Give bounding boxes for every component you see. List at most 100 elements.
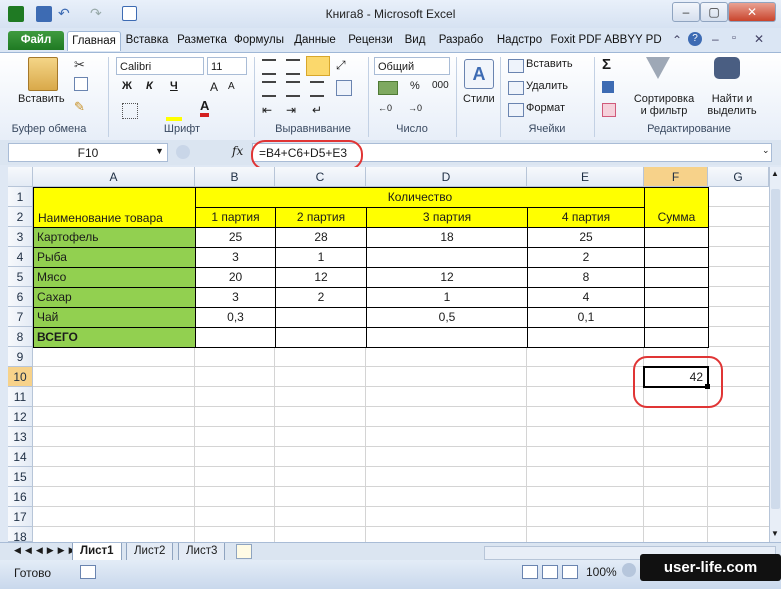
macro-record-icon[interactable] <box>80 565 96 579</box>
close-button[interactable]: ✕ <box>728 2 776 22</box>
ribbon-minimize-icon[interactable]: ⌃ <box>672 33 682 47</box>
scroll-down-icon[interactable]: ▼ <box>771 529 779 538</box>
currency-icon[interactable] <box>378 81 398 95</box>
data-cell[interactable]: 28 <box>275 227 367 248</box>
data-cell[interactable]: 25 <box>195 227 276 248</box>
wrap-text-icon[interactable]: ↵ <box>312 103 322 117</box>
worksheet-grid[interactable]: A B C D E F G 1 2 3 4 5 6 7 8 9 10 11 12… <box>8 167 781 544</box>
delete-cells-button[interactable]: Удалить <box>526 80 568 92</box>
data-cell[interactable]: 20 <box>195 267 276 288</box>
doc-restore-icon[interactable]: ▫ <box>732 32 736 44</box>
data-cell[interactable] <box>366 327 528 348</box>
product-name-cell[interactable]: Рыба <box>33 247 196 268</box>
data-cell[interactable] <box>366 247 528 268</box>
header-product-name[interactable]: Наименование товара <box>33 187 196 228</box>
sort-filter-button[interactable]: Сортировка и фильтр <box>630 93 698 117</box>
sum-cell[interactable] <box>644 287 709 308</box>
new-sheet-icon[interactable] <box>236 544 252 559</box>
tab-formulas[interactable]: Формулы <box>232 31 286 50</box>
data-cell[interactable]: 25 <box>527 227 645 248</box>
column-header-f[interactable]: F <box>644 167 708 187</box>
data-cell[interactable]: 8 <box>527 267 645 288</box>
expand-formula-icon[interactable]: ⌄ <box>762 145 770 156</box>
merge-icon[interactable] <box>336 80 352 96</box>
header-batch-1[interactable]: 1 партия <box>195 207 276 228</box>
column-header-g[interactable]: G <box>708 167 769 187</box>
sum-cell[interactable] <box>644 247 709 268</box>
insert-cells-button[interactable]: Вставить <box>526 58 573 70</box>
tab-addins[interactable]: Надстро <box>492 31 547 50</box>
row-header[interactable]: 5 <box>8 267 33 287</box>
percent-button[interactable]: % <box>410 80 420 92</box>
data-cell[interactable]: 12 <box>275 267 367 288</box>
format-painter-icon[interactable]: ✎ <box>74 99 85 115</box>
maximize-button[interactable]: ▢ <box>700 2 728 22</box>
tab-abbyy[interactable]: ABBYY PD <box>604 31 662 50</box>
row-header[interactable]: 12 <box>8 407 33 427</box>
vertical-scrollbar[interactable]: ▲ ▼ <box>769 167 781 542</box>
formula-cancel-icon[interactable] <box>176 145 190 159</box>
sheet-nav-icons[interactable]: ◀◀◀▶▶▶ <box>14 545 80 556</box>
delete-cells-icon[interactable] <box>508 81 524 95</box>
data-cell[interactable]: 2 <box>527 247 645 268</box>
sum-cell[interactable] <box>644 307 709 328</box>
data-cell[interactable] <box>275 307 367 328</box>
data-cell[interactable]: 3 <box>195 287 276 308</box>
row-header[interactable]: 7 <box>8 307 33 327</box>
zoom-level[interactable]: 100% <box>586 565 617 579</box>
orientation-icon[interactable]: ⤢ <box>336 58 346 73</box>
sum-cell[interactable] <box>644 327 709 348</box>
find-select-button[interactable]: Найти и выделить <box>702 93 762 117</box>
grow-font-button[interactable]: A <box>210 80 218 94</box>
sheet-tab-1[interactable]: Лист1 <box>72 543 122 561</box>
styles-button[interactable]: Стили <box>463 93 495 105</box>
data-cell[interactable]: 0,3 <box>195 307 276 328</box>
decrease-decimal-icon[interactable]: →0 <box>408 103 422 113</box>
doc-close-icon[interactable]: ✕ <box>754 32 764 46</box>
sum-cell[interactable] <box>644 227 709 248</box>
page-break-view-icon[interactable] <box>562 565 578 579</box>
data-cell[interactable]: 0,5 <box>366 307 528 328</box>
tab-data[interactable]: Данные <box>289 31 341 50</box>
paste-button[interactable]: Вставить <box>18 93 65 105</box>
select-all-corner[interactable] <box>8 167 33 187</box>
column-header-a[interactable]: A <box>33 167 195 187</box>
data-cell[interactable]: 1 <box>366 287 528 308</box>
product-name-cell[interactable]: Чай <box>33 307 196 328</box>
tab-review[interactable]: Рецензи <box>343 31 398 50</box>
data-cell[interactable] <box>275 327 367 348</box>
bold-button[interactable]: Ж <box>122 80 132 92</box>
tab-insert[interactable]: Вставка <box>121 31 173 50</box>
column-g-cells[interactable] <box>708 187 769 347</box>
help-icon[interactable]: ? <box>688 32 702 46</box>
row-header[interactable]: 16 <box>8 487 33 507</box>
align-center-icon[interactable] <box>286 81 300 97</box>
increase-decimal-icon[interactable]: ←0 <box>378 103 392 113</box>
data-cell[interactable] <box>195 327 276 348</box>
thousands-button[interactable]: 000 <box>432 80 449 91</box>
autosum-button[interactable]: Σ <box>602 56 611 73</box>
column-header-e[interactable]: E <box>527 167 644 187</box>
insert-function-icon[interactable]: fx <box>232 144 243 158</box>
normal-view-icon[interactable] <box>522 565 538 579</box>
row-header[interactable]: 2 <box>8 207 33 227</box>
sum-cell[interactable] <box>644 267 709 288</box>
header-batch-4[interactable]: 4 партия <box>527 207 645 228</box>
row-header[interactable]: 15 <box>8 467 33 487</box>
vertical-scroll-thumb[interactable] <box>771 189 780 509</box>
data-cell[interactable]: 3 <box>195 247 276 268</box>
fill-icon[interactable] <box>602 81 614 93</box>
name-box-dropdown-icon[interactable]: ▼ <box>155 146 164 156</box>
styles-icon[interactable]: A <box>464 59 494 89</box>
scroll-up-icon[interactable]: ▲ <box>771 169 779 178</box>
zoom-out-icon[interactable] <box>622 563 636 577</box>
paste-icon[interactable] <box>28 57 58 91</box>
tab-home[interactable]: Главная <box>67 31 121 51</box>
cut-icon[interactable]: ✂ <box>74 57 85 73</box>
font-size-select[interactable]: 11 <box>207 57 247 75</box>
font-name-select[interactable]: Calibri <box>116 57 204 75</box>
row-header[interactable]: 1 <box>8 187 33 207</box>
total-row-label[interactable]: ВСЕГО <box>33 327 196 348</box>
column-header-d[interactable]: D <box>366 167 527 187</box>
doc-minimize-icon[interactable]: – <box>712 32 719 46</box>
